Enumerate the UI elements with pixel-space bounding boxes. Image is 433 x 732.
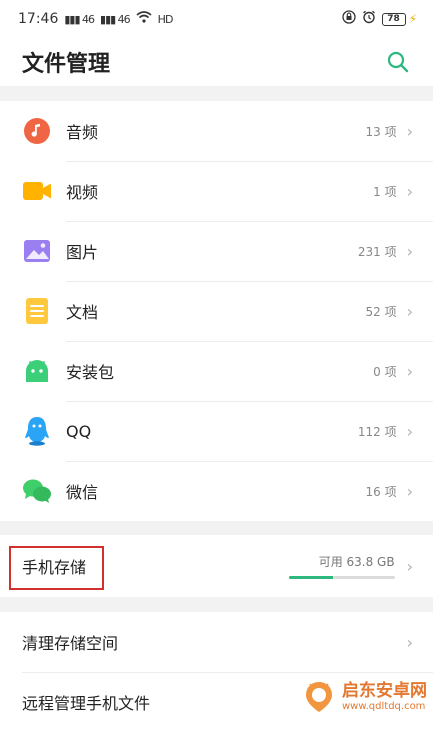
chevron-right-icon: › (406, 361, 413, 381)
signal-label-1: 46 (82, 12, 95, 26)
category-count: 0 项 (373, 364, 397, 379)
category-list: 音频 13 项 › 视频 1 项 › 图片 231 项 › 文档 52 项 › … (0, 101, 433, 521)
category-row-video[interactable]: 视频 1 项 › (0, 161, 433, 221)
chevron-right-icon: › (406, 556, 413, 576)
signal-icon-2: ▮▮▮ 46 (100, 12, 131, 26)
watermark-text: 启东安卓网 www.qdltdq.com (342, 682, 427, 712)
storage-progress-fill (288, 576, 334, 579)
category-label: QQ (66, 421, 92, 441)
category-row-wechat[interactable]: 微信 16 项 › (0, 461, 433, 521)
status-bar: 17:46 ▮▮▮ 46 ▮▮▮ 46 HD 78 ⚡ (0, 0, 433, 38)
chevron-right-icon: › (406, 481, 413, 501)
category-count: 1 项 (373, 184, 397, 199)
storage-free-text: 可用 63.8 GB (318, 555, 395, 569)
tools-card: 清理存储空间 › 远程管理手机文件 (0, 612, 433, 732)
app-header: 文件管理 (0, 38, 433, 86)
image-icon (22, 236, 52, 266)
chevron-right-icon: › (406, 632, 413, 652)
status-left: 17:46 ▮▮▮ 46 ▮▮▮ 46 HD (18, 11, 174, 27)
watermark-url: www.qdltdq.com (342, 700, 426, 712)
clean-storage-row[interactable]: 清理存储空间 › (0, 612, 433, 672)
category-count: 112 项 (357, 424, 397, 439)
category-label: 微信 (66, 483, 99, 502)
chevron-right-icon: › (406, 421, 413, 441)
status-right: 78 ⚡ (341, 10, 417, 28)
watermark: 启东安卓网 www.qdltdq.com (302, 680, 427, 714)
category-label: 音频 (66, 123, 99, 142)
category-count: 16 项 (365, 484, 397, 499)
wifi-icon (136, 11, 152, 27)
category-row-audio[interactable]: 音频 13 项 › (0, 101, 433, 161)
video-icon (22, 176, 52, 206)
search-button[interactable] (383, 47, 413, 77)
alarm-icon (362, 10, 376, 28)
music-icon (22, 116, 52, 146)
category-label: 文档 (66, 303, 99, 322)
category-label: 安装包 (66, 363, 115, 382)
document-icon (22, 296, 52, 326)
clean-storage-label: 清理存储空间 (22, 634, 119, 653)
chevron-right-icon: › (406, 241, 413, 261)
page-title: 文件管理 (22, 52, 111, 77)
category-label: 图片 (66, 243, 99, 262)
hd-icon: HD (157, 12, 174, 26)
category-count: 52 项 (365, 304, 397, 319)
category-row-images[interactable]: 图片 231 项 › (0, 221, 433, 281)
battery-icon: 78 (381, 12, 406, 26)
qq-icon (22, 416, 52, 446)
lock-rotation-icon (341, 10, 356, 28)
category-row-documents[interactable]: 文档 52 项 › (0, 281, 433, 341)
signal-icon-1: ▮▮▮ 46 (64, 12, 95, 26)
android-icon (22, 356, 52, 386)
watermark-title: 启东安卓网 (342, 681, 427, 702)
highlight-box (9, 546, 104, 590)
category-row-qq[interactable]: QQ 112 项 › (0, 401, 433, 461)
clock: 17:46 (18, 11, 59, 27)
category-count: 231 项 (357, 244, 397, 259)
chevron-right-icon: › (406, 181, 413, 201)
category-count: 13 项 (365, 124, 397, 139)
category-label: 视频 (66, 183, 99, 202)
search-icon (387, 51, 409, 73)
chevron-right-icon: › (406, 301, 413, 321)
wechat-icon (22, 476, 52, 506)
category-row-apk[interactable]: 安装包 0 项 › (0, 341, 433, 401)
storage-usage: 可用 63.8 GB (288, 553, 395, 579)
watermark-logo-icon (306, 682, 332, 712)
charging-icon: ⚡ (408, 12, 417, 26)
signal-label-2: 46 (117, 12, 131, 26)
chevron-right-icon: › (406, 121, 413, 141)
storage-progress-bar (288, 576, 395, 579)
